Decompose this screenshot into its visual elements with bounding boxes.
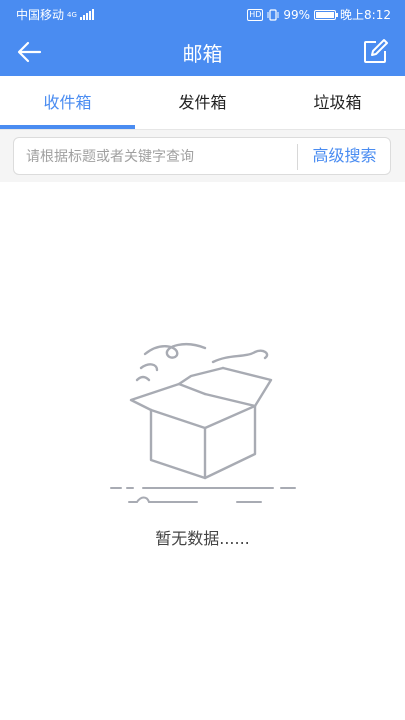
advanced-search-button[interactable]: 高级搜索 (298, 138, 391, 174)
nav-bar: 邮箱 (0, 28, 405, 76)
tab-sent[interactable]: 发件箱 (135, 76, 270, 130)
clock: 晚上8:12 (340, 8, 391, 22)
battery-fill (316, 11, 334, 18)
mail-list-area: 暂无数据...... (0, 182, 405, 720)
hd-badge: HD (247, 8, 264, 21)
search-box: 高级搜索 (13, 137, 391, 175)
carrier-label: 中国移动 (16, 8, 65, 22)
status-bar: 中国移动 4G HD 99% 晚上8:12 (0, 0, 405, 28)
status-right: HD 99% 晚上8:12 (247, 6, 391, 23)
vibrate-icon (267, 8, 279, 21)
edit-icon (364, 39, 388, 63)
compose-button[interactable] (361, 38, 389, 66)
search-area: 高级搜索 (0, 130, 405, 182)
mailbox-tabs: 收件箱 发件箱 垃圾箱 (0, 76, 405, 130)
network-label: 4G (67, 10, 77, 19)
tab-inbox[interactable]: 收件箱 (0, 76, 135, 130)
top-bar: 中国移动 4G HD 99% 晚上8:12 邮箱 (0, 0, 405, 76)
active-tab-indicator (0, 125, 135, 129)
page-title: 邮箱 (182, 42, 223, 66)
battery-icon (314, 9, 339, 20)
tab-trash[interactable]: 垃圾箱 (270, 76, 405, 130)
empty-state-text: 暂无数据...... (155, 529, 250, 548)
battery-percent: 99% (283, 7, 311, 22)
empty-box-icon (110, 343, 296, 503)
status-left: 中国移动 4G (16, 6, 94, 23)
signal-icon (79, 9, 94, 20)
search-input[interactable] (26, 146, 296, 168)
